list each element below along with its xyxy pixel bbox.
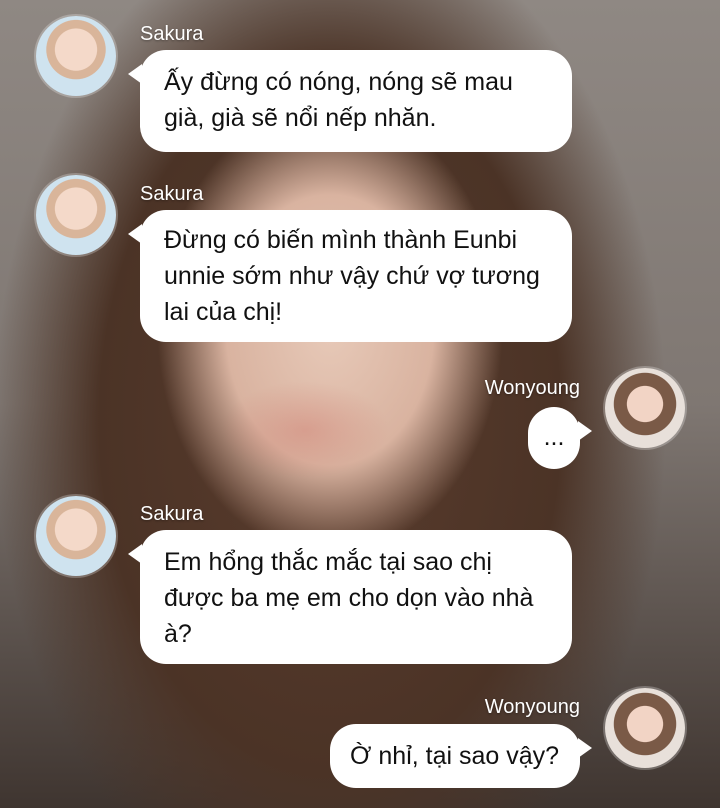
message-bubble[interactable]: Ấy đừng có nóng, nóng sẽ mau già, già sẽ… xyxy=(128,50,572,152)
message-bubble[interactable]: Ờ nhỉ, tại sao vậy? xyxy=(330,724,592,788)
message-bubble[interactable]: Em hổng thắc mắc tại sao chị được ba mẹ … xyxy=(128,530,572,664)
sender-name: Sakura xyxy=(140,183,204,205)
sender-name: Wonyoung xyxy=(484,377,580,399)
message-bubble[interactable]: Đừng có biến mình thành Eunbi unnie sớm … xyxy=(128,210,572,342)
sender-name: Sakura xyxy=(140,503,204,525)
sakura-avatar[interactable] xyxy=(36,496,116,576)
wonyoung-avatar[interactable] xyxy=(605,688,685,768)
sender-name: Wonyoung xyxy=(484,696,580,718)
sender-name: Sakura xyxy=(140,23,204,45)
sakura-avatar[interactable] xyxy=(36,16,116,96)
wonyoung-avatar[interactable] xyxy=(605,368,685,448)
message-bubble[interactable]: ... xyxy=(528,407,592,469)
sakura-avatar[interactable] xyxy=(36,175,116,255)
